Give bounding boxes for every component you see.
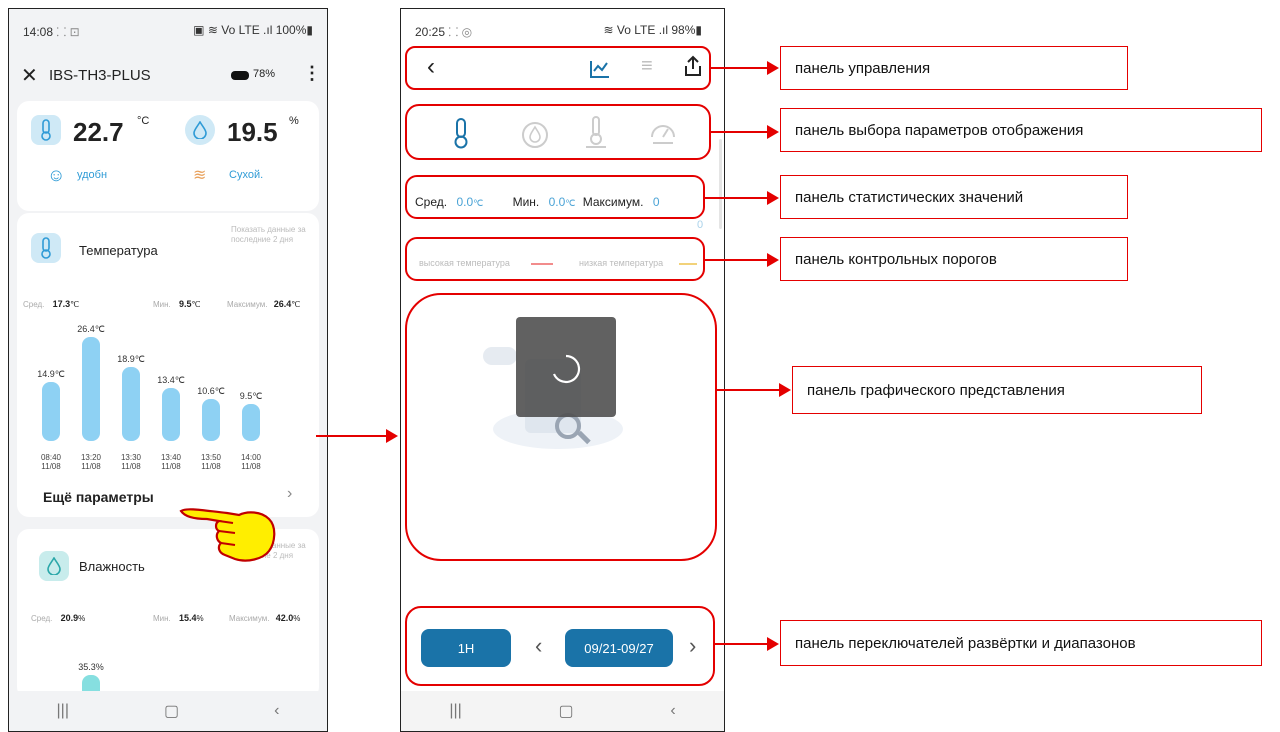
thermometer-icon bbox=[31, 233, 61, 263]
transition-arrow bbox=[316, 429, 398, 443]
recent-apps-icon[interactable]: ||| bbox=[57, 702, 69, 720]
switch-panel-highlight bbox=[405, 606, 715, 686]
switch-panel-label: панель переключателей развёртки и диапаз… bbox=[780, 620, 1262, 666]
x-tick-label: 13:50 11/08 bbox=[200, 453, 222, 471]
back-icon[interactable]: ‹ bbox=[274, 702, 279, 720]
droplet-icon bbox=[39, 551, 69, 581]
graph-panel-highlight bbox=[405, 293, 717, 561]
chart-bar bbox=[202, 399, 220, 441]
threshold-panel-label: панель контрольных порогов bbox=[780, 237, 1128, 281]
droplet-icon bbox=[185, 115, 215, 145]
chart-bar bbox=[242, 403, 260, 441]
humidity-bar-chart: 15.8%35.3%17.0%15.4%15.6%15.9% bbox=[17, 627, 321, 731]
graph-panel-label: панель графического представления bbox=[792, 366, 1202, 414]
dry-icon: ≋ bbox=[193, 167, 207, 184]
data-label: 13.4℃ bbox=[157, 375, 185, 386]
dry-label: Сухой. bbox=[229, 169, 264, 181]
android-nav-bar: ||| ▢ ‹ bbox=[401, 691, 724, 731]
battery-icon bbox=[231, 71, 249, 80]
data-label: 10.6℃ bbox=[197, 386, 225, 397]
battery-level: 78% bbox=[253, 68, 276, 80]
device-title: IBS-TH3-PLUS bbox=[49, 67, 151, 84]
x-tick-label: 13:20 11/08 bbox=[80, 453, 102, 471]
summary-card: 22.7 °C 19.5 % ☺ удобн ≋ Сухой. bbox=[17, 101, 319, 211]
param-panel-highlight bbox=[405, 104, 711, 160]
recent-apps-icon[interactable]: ||| bbox=[449, 702, 461, 720]
smiley-icon: ☺ bbox=[47, 165, 66, 185]
stats-row: Сред. 17.3℃ bbox=[23, 299, 80, 309]
android-nav-bar: ||| ▢ ‹ bbox=[9, 691, 327, 731]
status-bar: 20:25 ⸬ ◎ ≋ Vo LTE .ıl 98%▮ bbox=[401, 9, 724, 49]
max-value-overflow: 0 bbox=[697, 219, 704, 231]
threshold-panel-highlight bbox=[405, 237, 705, 281]
data-label: 35.3% bbox=[78, 662, 104, 672]
status-bar: 14:08 ⸬ ⊡ ▣ ≋ Vo LTE .ıl 100%▮ bbox=[9, 9, 327, 49]
temperature-card-title: Температура bbox=[79, 243, 158, 258]
pointing-hand-icon bbox=[179, 508, 276, 562]
humidity-unit: % bbox=[289, 115, 299, 127]
control-panel-label: панель управления bbox=[780, 46, 1128, 90]
stats-panel-highlight bbox=[405, 175, 705, 219]
temperature-unit: °C bbox=[137, 115, 150, 127]
status-time: 14:08 ⸬ ⊡ bbox=[23, 25, 80, 39]
param-panel-label: панель выбора параметров отображения bbox=[780, 108, 1262, 152]
chart-bar bbox=[82, 337, 100, 441]
x-tick-label: 13:30 11/08 bbox=[120, 453, 142, 471]
chart-bar bbox=[122, 366, 140, 441]
temperature-value: 22.7 bbox=[73, 117, 124, 147]
chevron-right-icon[interactable]: › bbox=[287, 485, 292, 503]
temperature-bar-chart: 14.9℃ 08:40 11/08 26.4℃ 13:20 11/08 18.9℃ 13:… bbox=[17, 313, 321, 473]
data-label: 14.9℃ bbox=[37, 369, 65, 380]
temperature-card[interactable]: Температура Показать данные за последние… bbox=[17, 213, 319, 517]
x-tick-label: 14:00 11/08 bbox=[240, 453, 262, 471]
comfort-label: удобн bbox=[77, 169, 108, 181]
more-vert-icon[interactable]: ⋮ bbox=[303, 63, 321, 84]
control-panel-highlight bbox=[405, 46, 711, 90]
arrow-stats bbox=[705, 191, 779, 205]
scroll-indicator[interactable] bbox=[719, 139, 722, 229]
more-parameters-link[interactable]: Ещё параметры bbox=[43, 489, 154, 505]
x-tick-label: 13:40 11/08 bbox=[160, 453, 182, 471]
arrow-param bbox=[711, 125, 779, 139]
back-icon[interactable]: ‹ bbox=[670, 702, 675, 720]
arrow-graph bbox=[717, 383, 791, 397]
avg-stat: Сред. 20.9% bbox=[31, 613, 86, 623]
humidity-value: 19.5 bbox=[227, 117, 278, 147]
period-note: Показать данные за последние 2 дня bbox=[231, 225, 306, 244]
chart-bar bbox=[42, 382, 60, 441]
min-stat: Мин. 15.4% bbox=[153, 613, 204, 623]
stats-panel-label: панель статистических значений bbox=[780, 175, 1128, 219]
home-icon[interactable]: ▢ bbox=[164, 701, 179, 721]
arrow-threshold bbox=[705, 253, 779, 267]
home-icon[interactable]: ▢ bbox=[559, 701, 574, 721]
device-header: ✕ IBS-TH3-PLUS 78% ⋮ bbox=[9, 55, 327, 99]
avg-value: 17.3 bbox=[52, 299, 71, 309]
data-label: 9.5℃ bbox=[239, 390, 263, 401]
data-label: 26.4℃ bbox=[77, 324, 105, 334]
thermometer-icon bbox=[31, 115, 61, 145]
max-stat: Максимум. 42.0% bbox=[229, 613, 301, 623]
arrow-control bbox=[711, 61, 779, 75]
max-stat: Максимум. 26.4℃ bbox=[227, 299, 301, 309]
status-icons: ▣ ≋ Vo LTE .ıl 100%▮ bbox=[193, 23, 313, 37]
close-icon[interactable]: ✕ bbox=[21, 63, 38, 88]
min-stat: Мин. 9.5℃ bbox=[153, 299, 201, 309]
status-time: 20:25 ⸬ ◎ bbox=[415, 25, 473, 39]
humidity-card-title: Влажность bbox=[79, 559, 145, 574]
status-icons: ≋ Vo LTE .ıl 98%▮ bbox=[603, 23, 702, 37]
chart-bar bbox=[162, 388, 180, 441]
left-phone-screen: 14:08 ⸬ ⊡ ▣ ≋ Vo LTE .ıl 100%▮ ✕ IBS-TH3… bbox=[8, 8, 328, 732]
data-label: 18.9℃ bbox=[117, 353, 145, 364]
avg-label: Сред. bbox=[23, 300, 45, 309]
x-tick-label: 08:40 11/08 bbox=[40, 453, 62, 471]
arrow-switch bbox=[715, 637, 779, 651]
